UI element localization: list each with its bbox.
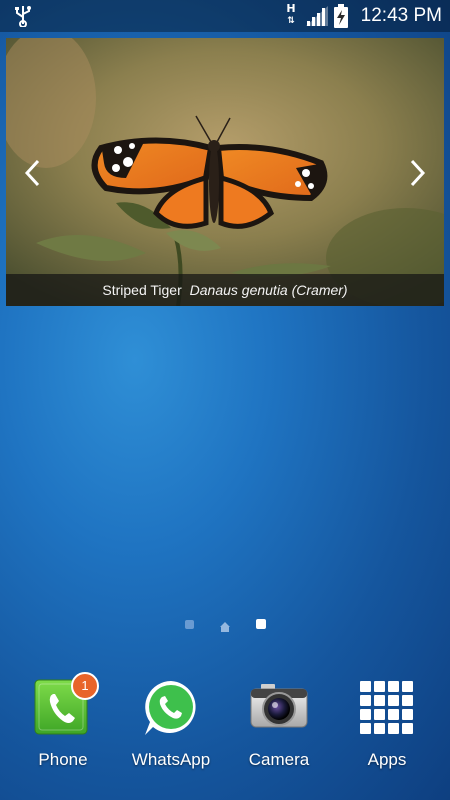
usb-icon xyxy=(14,5,32,31)
photo-caption: Striped Tiger Danaus genutia (Cramer) xyxy=(6,274,444,306)
caption-scientific-name: Danaus genutia (Cramer) xyxy=(189,282,348,298)
apps-label: Apps xyxy=(367,750,407,769)
signal-strength-icon xyxy=(306,6,328,30)
butterfly-photo xyxy=(6,38,444,306)
page-indicator xyxy=(0,618,450,632)
phone-app-label: Phone xyxy=(38,750,88,769)
page-dot-current[interactable] xyxy=(256,619,266,629)
battery-charging-icon xyxy=(333,4,349,32)
chevron-left-icon xyxy=(24,159,40,187)
apps-drawer-button[interactable]: Apps xyxy=(337,678,437,770)
apps-grid-icon xyxy=(360,681,413,734)
chevron-right-icon xyxy=(410,159,426,187)
caption-common-name: Striped Tiger xyxy=(102,282,182,298)
status-bar: H ⇅ 12:43 PM xyxy=(0,0,450,32)
app-dock: 1 Phone WhatsApp Camera Apps xyxy=(0,670,450,800)
camera-app[interactable]: Camera xyxy=(229,678,329,770)
whatsapp-app-label: WhatsApp xyxy=(131,750,211,769)
network-type-indicator: H ⇅ xyxy=(286,2,296,26)
status-time: 12:43 PM xyxy=(360,5,442,26)
whatsapp-app[interactable]: WhatsApp xyxy=(121,678,221,770)
camera-icon xyxy=(250,684,308,728)
photo-widget[interactable]: Striped Tiger Danaus genutia (Cramer) xyxy=(6,38,444,306)
whatsapp-icon xyxy=(145,681,196,735)
previous-photo-button[interactable] xyxy=(18,156,48,190)
next-photo-button[interactable] xyxy=(402,156,432,190)
home-page-icon[interactable] xyxy=(219,618,231,637)
phone-app[interactable]: 1 Phone xyxy=(13,672,113,770)
page-dot-1[interactable] xyxy=(185,620,194,629)
missed-call-badge: 1 xyxy=(71,672,99,700)
camera-app-label: Camera xyxy=(248,750,310,769)
